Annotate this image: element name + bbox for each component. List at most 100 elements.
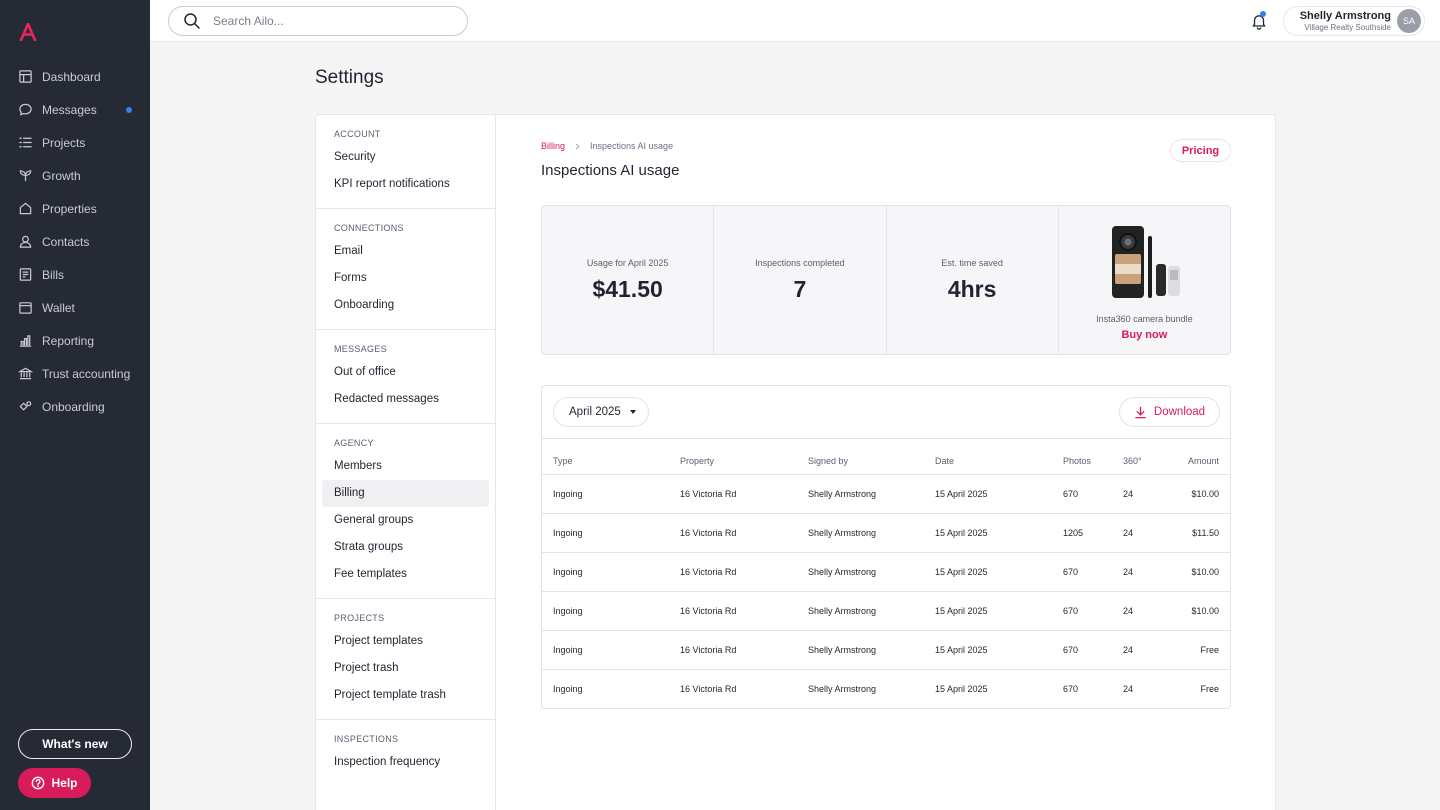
sidebar-item-dashboard[interactable]: Dashboard: [0, 60, 150, 93]
sidebar-item-label: Bills: [42, 267, 65, 282]
receipt-icon: [18, 267, 33, 282]
settings-item-strata-groups[interactable]: Strata groups: [322, 534, 489, 561]
cell-signed-by: Shelly Armstrong: [808, 591, 935, 631]
cell-360: 24: [1123, 552, 1173, 592]
stat-value: $41.50: [592, 275, 663, 302]
cell-photos: 670: [1063, 474, 1123, 514]
sidebar-item-label: Dashboard: [42, 69, 101, 84]
pricing-button[interactable]: Pricing: [1170, 139, 1231, 162]
cell-photos: 670: [1063, 683, 1079, 694]
sidebar-item-growth[interactable]: Growth: [0, 159, 150, 192]
user-name: Shelly Armstrong: [1299, 9, 1391, 22]
settings-item-forms[interactable]: Forms: [322, 265, 489, 292]
help-button[interactable]: Help: [18, 768, 91, 798]
cell-photos: 670: [1063, 552, 1123, 592]
table-row[interactable]: Ingoing 16 Victoria Rd Shelly Armstrong …: [542, 552, 1230, 592]
stat-label: Usage for April 2025: [586, 257, 669, 268]
table-row[interactable]: Ingoing 16 Victoria Rd Shelly Armstrong …: [542, 669, 1230, 708]
settings-item-security[interactable]: Security: [322, 144, 489, 171]
unread-indicator-dot: [126, 107, 132, 113]
settings-section-projects: PROJECTS Project templates Project trash…: [316, 599, 495, 720]
column-header-photos: Photos: [1063, 448, 1123, 475]
usage-stats: Usage for April 2025 $41.50 Inspections …: [541, 205, 1231, 355]
cell-date: 15 April 2025: [935, 591, 1063, 631]
download-icon: [1135, 406, 1146, 418]
sidebar-item-messages[interactable]: Messages: [0, 93, 150, 126]
stat-usage: Usage for April 2025 $41.50: [542, 206, 715, 354]
cell-signed-by: Shelly Armstrong: [808, 683, 877, 694]
settings-section-heading: CONNECTIONS: [334, 223, 404, 233]
sidebar-item-label: Properties: [42, 201, 97, 216]
settings-item-redacted-messages[interactable]: Redacted messages: [322, 386, 489, 413]
cell-property: 16 Victoria Rd: [680, 630, 808, 670]
page-title: Settings: [315, 67, 384, 88]
settings-item-inspection-frequency[interactable]: Inspection frequency: [322, 749, 489, 776]
promo-label: Insta360 camera bundle: [1096, 313, 1193, 324]
settings-item-kpi-report-notifications[interactable]: KPI report notifications: [322, 171, 489, 198]
cell-type: Ingoing: [542, 513, 680, 553]
cell-360: 24: [1123, 683, 1134, 694]
settings-item-onboarding[interactable]: Onboarding: [322, 292, 489, 319]
cell-amount: $10.00: [1173, 591, 1230, 631]
sidebar-item-projects[interactable]: Projects: [0, 126, 150, 159]
month-select[interactable]: April 2025: [553, 397, 649, 427]
user-menu[interactable]: Shelly Armstrong Village Realty Southsid…: [1283, 6, 1425, 36]
breadcrumb-current: Inspections AI usage: [590, 141, 674, 151]
person-icon: [18, 234, 33, 249]
settings-item-fee-templates[interactable]: Fee templates: [322, 561, 489, 588]
sidebar-item-onboarding[interactable]: Onboarding: [0, 390, 150, 423]
search-input[interactable]: [213, 14, 453, 28]
sidebar-item-label: Wallet: [42, 300, 75, 315]
sidebar-item-contacts[interactable]: Contacts: [0, 225, 150, 258]
table-row[interactable]: Ingoing 16 Victoria Rd Shelly Armstrong …: [542, 591, 1230, 631]
cell-360: 24: [1123, 513, 1173, 553]
user-info: Shelly Armstrong Village Realty Southsid…: [1300, 10, 1391, 33]
cell-photos: 670: [1063, 630, 1123, 670]
table-row[interactable]: Ingoing 16 Victoria Rd Shelly Armstrong …: [542, 474, 1230, 514]
settings-item-email[interactable]: Email: [322, 238, 489, 265]
sidebar-item-bills[interactable]: Bills: [0, 258, 150, 291]
sidebar-item-properties[interactable]: Properties: [0, 192, 150, 225]
chat-bubble-icon: [18, 102, 33, 117]
cell-property: 16 Victoria Rd: [680, 591, 808, 631]
divider: [542, 438, 1230, 439]
stat-value: 4hrs: [947, 275, 997, 302]
house-icon: [18, 201, 33, 216]
download-button[interactable]: Download: [1119, 397, 1220, 427]
sidebar: Dashboard Messages Projects Growth Prope…: [0, 0, 150, 810]
settings-section-heading: MESSAGES: [334, 344, 387, 354]
settings-item-out-of-office[interactable]: Out of office: [322, 359, 489, 386]
cell-photos: 1205: [1063, 513, 1123, 553]
settings-card: ACCOUNT Security KPI report notification…: [315, 114, 1276, 810]
cell-signed-by: Shelly Armstrong: [808, 474, 935, 514]
table-row[interactable]: Ingoing 16 Victoria Rd Shelly Armstrong …: [542, 513, 1230, 553]
settings-item-billing[interactable]: Billing: [322, 480, 489, 507]
breadcrumb-billing-link[interactable]: Billing: [541, 141, 565, 151]
column-header-360: 360°: [1123, 448, 1173, 475]
sidebar-item-trust-accounting[interactable]: Trust accounting: [0, 357, 150, 390]
search-box[interactable]: [168, 6, 468, 36]
cell-amount: $10.00: [1173, 552, 1230, 592]
notification-dot: [1260, 11, 1266, 17]
settings-item-project-trash[interactable]: Project trash: [322, 655, 489, 682]
buy-now-link[interactable]: Buy now: [1121, 329, 1167, 341]
search-icon: [184, 13, 200, 29]
column-header-type: Type: [542, 448, 680, 475]
settings-section-connections: CONNECTIONS Email Forms Onboarding: [316, 209, 495, 330]
settings-item-project-template-trash[interactable]: Project template trash: [322, 682, 489, 709]
user-organisation: Village Realty Southside: [1304, 22, 1391, 32]
column-header-amount: Amount: [1173, 448, 1230, 475]
sidebar-item-label: Growth: [42, 168, 81, 183]
settings-item-general-groups[interactable]: General groups: [322, 507, 489, 534]
whats-new-button[interactable]: What's new: [18, 729, 132, 759]
cell-date: 15 April 2025: [935, 474, 1063, 514]
aliloo-logo-icon[interactable]: [19, 22, 37, 42]
sidebar-item-wallet[interactable]: Wallet: [0, 291, 150, 324]
settings-item-project-templates[interactable]: Project templates: [322, 628, 489, 655]
table-row[interactable]: Ingoing 16 Victoria Rd Shelly Armstrong …: [542, 630, 1230, 670]
settings-item-members[interactable]: Members: [322, 453, 489, 480]
sidebar-item-reporting[interactable]: Reporting: [0, 324, 150, 357]
download-label: Download: [1153, 406, 1206, 418]
cell-type: Ingoing: [542, 591, 680, 631]
settings-section-heading: ACCOUNT: [334, 129, 381, 139]
